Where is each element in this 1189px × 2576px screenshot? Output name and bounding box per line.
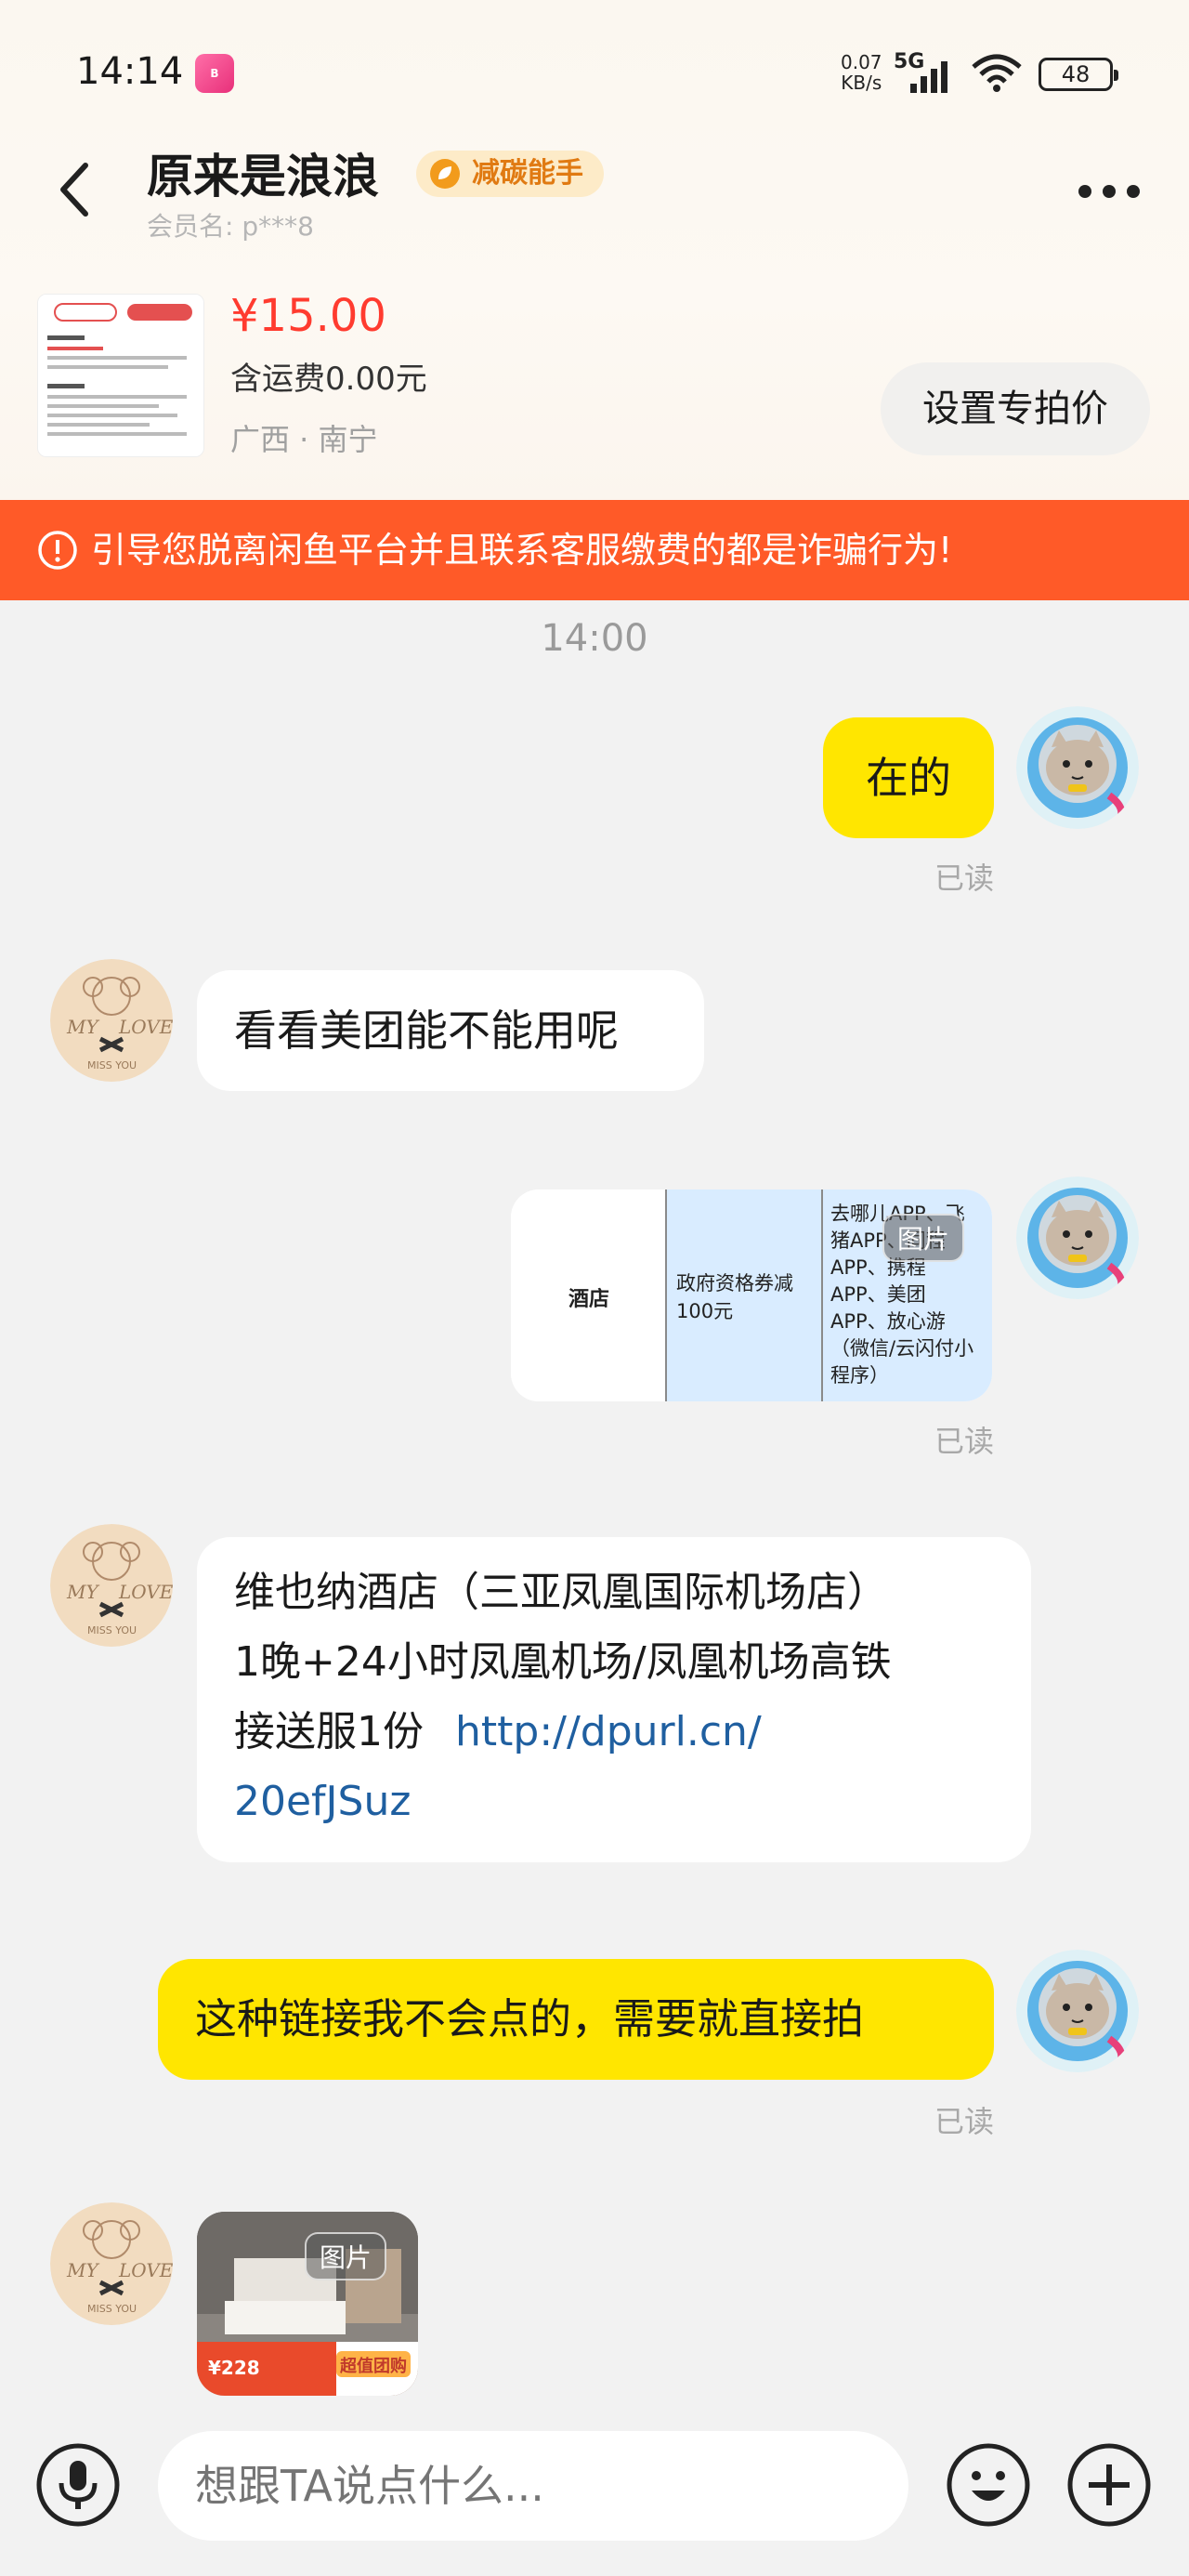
fraud-warning-bar: 引导您脱离闲鱼平台并且联系客服缴费的都是诈骗行为!: [0, 500, 1189, 600]
cat-astronaut-avatar-icon: [1016, 706, 1139, 829]
svg-text:MY: MY: [66, 2259, 99, 2281]
hotel-price: ¥228: [208, 2357, 260, 2379]
cat-astronaut-avatar-icon: [1016, 1176, 1139, 1299]
message-line: 接送服1份 http://dpurl.cn/: [234, 1697, 1005, 1767]
member-name: 会员名: p***8: [147, 211, 314, 242]
image-cell-text: 酒店: [568, 1288, 609, 1311]
leaf-icon: [430, 159, 460, 189]
product-thumbnail-image: [38, 295, 203, 456]
message-input[interactable]: [158, 2431, 908, 2541]
message-bubble-mine[interactable]: 在的: [823, 717, 994, 838]
girl-sketch-avatar-icon: MY LOVE MISS YOU: [50, 2202, 173, 2325]
image-table-col: 酒店: [511, 1189, 667, 1401]
svg-text:MY: MY: [66, 1016, 99, 1038]
svg-text:MY: MY: [66, 1581, 99, 1603]
battery-indicator: 48: [1039, 58, 1118, 91]
image-tag: 图片: [882, 1214, 965, 1262]
image-message[interactable]: ¥228 超值团购 图片: [197, 2212, 418, 2396]
message-link[interactable]: http://dpurl.cn/: [455, 1708, 762, 1755]
warning-icon: [38, 531, 77, 570]
image-cell-text: 政府资格券减100元: [676, 1272, 793, 1322]
svg-text:LOVE: LOVE: [118, 2259, 173, 2281]
message-link[interactable]: 20efJSuz: [234, 1767, 1005, 1836]
seller-location: 广西 · 南宁: [230, 422, 378, 457]
message-bubble-mine[interactable]: 这种链接我不会点的，需要就直接拍: [158, 1959, 994, 2080]
plus-icon[interactable]: [1066, 2442, 1152, 2528]
seller-avatar[interactable]: MY LOVE MISS YOU: [50, 959, 173, 1082]
svg-text:MISS YOU: MISS YOU: [87, 1624, 137, 1636]
page-title: 原来是浪浪: [147, 150, 379, 204]
message-line: 1晚+24小时凤凰机场/凤凰机场高铁: [234, 1638, 892, 1686]
message-line: 维也纳酒店（三亚凤凰国际机场店）: [234, 1569, 888, 1616]
hotel-banner: 超值团购: [340, 2357, 407, 2376]
message-text: 接送服1份: [234, 1708, 424, 1755]
my-avatar[interactable]: [1016, 706, 1139, 829]
more-icon[interactable]: [1076, 182, 1143, 201]
seller-avatar[interactable]: MY LOVE MISS YOU: [50, 2202, 173, 2325]
image-message[interactable]: 酒店 政府资格券减100元 去哪儿APP、飞猪APP、同程APP、携程APP、美…: [511, 1189, 992, 1401]
product-thumbnail[interactable]: [37, 294, 204, 457]
product-price: ¥15.00: [230, 290, 386, 342]
mic-icon[interactable]: [35, 2442, 121, 2528]
read-receipt: 已读: [934, 1424, 995, 1459]
svg-text:LOVE: LOVE: [118, 1581, 173, 1603]
image-table-col: 政府资格券减100元: [667, 1189, 823, 1401]
message-text: 在的: [866, 753, 951, 803]
girl-sketch-avatar-icon: MY LOVE MISS YOU: [50, 959, 173, 1082]
status-bar: 14:14 B 0.07 KB/s 5G 48: [0, 0, 1189, 149]
clock: 14:14: [76, 50, 184, 93]
my-avatar[interactable]: [1016, 1176, 1139, 1299]
bilibili-app-icon: B: [195, 54, 234, 93]
message-bubble-theirs[interactable]: 看看美团能不能用呢: [197, 970, 704, 1091]
wifi-icon: [972, 54, 1022, 92]
cat-astronaut-avatar-icon: [1016, 1950, 1139, 2072]
chat-timestamp: 14:00: [541, 617, 648, 660]
net-speed: 0.07 KB/s: [841, 51, 882, 94]
shipping-fee: 含运费0.00元: [230, 361, 427, 398]
signal-icon: [910, 61, 947, 93]
image-tag: 图片: [305, 2232, 387, 2280]
set-special-price-button[interactable]: 设置专拍价: [881, 362, 1150, 455]
eco-badge-label: 减碳能手: [472, 157, 583, 190]
emoji-icon[interactable]: [946, 2442, 1031, 2528]
girl-sketch-avatar-icon: MY LOVE MISS YOU: [50, 1524, 173, 1647]
svg-text:LOVE: LOVE: [118, 1016, 173, 1038]
read-receipt: 已读: [934, 2104, 995, 2139]
message-text: 这种链接我不会点的，需要就直接拍: [195, 1994, 865, 2044]
seller-avatar[interactable]: MY LOVE MISS YOU: [50, 1524, 173, 1647]
warning-text: 引导您脱离闲鱼平台并且联系客服缴费的都是诈骗行为!: [91, 530, 953, 571]
read-receipt: 已读: [934, 861, 995, 896]
message-bubble-theirs[interactable]: 维也纳酒店（三亚凤凰国际机场店） 1晚+24小时凤凰机场/凤凰机场高铁 接送服1…: [197, 1537, 1031, 1862]
svg-text:MISS YOU: MISS YOU: [87, 1059, 137, 1071]
my-avatar[interactable]: [1016, 1950, 1139, 2072]
eco-badge[interactable]: 减碳能手: [416, 151, 604, 197]
svg-text:MISS YOU: MISS YOU: [87, 2303, 137, 2315]
message-text: 看看美团能不能用呢: [234, 1005, 619, 1056]
back-arrow-icon[interactable]: [46, 154, 102, 225]
